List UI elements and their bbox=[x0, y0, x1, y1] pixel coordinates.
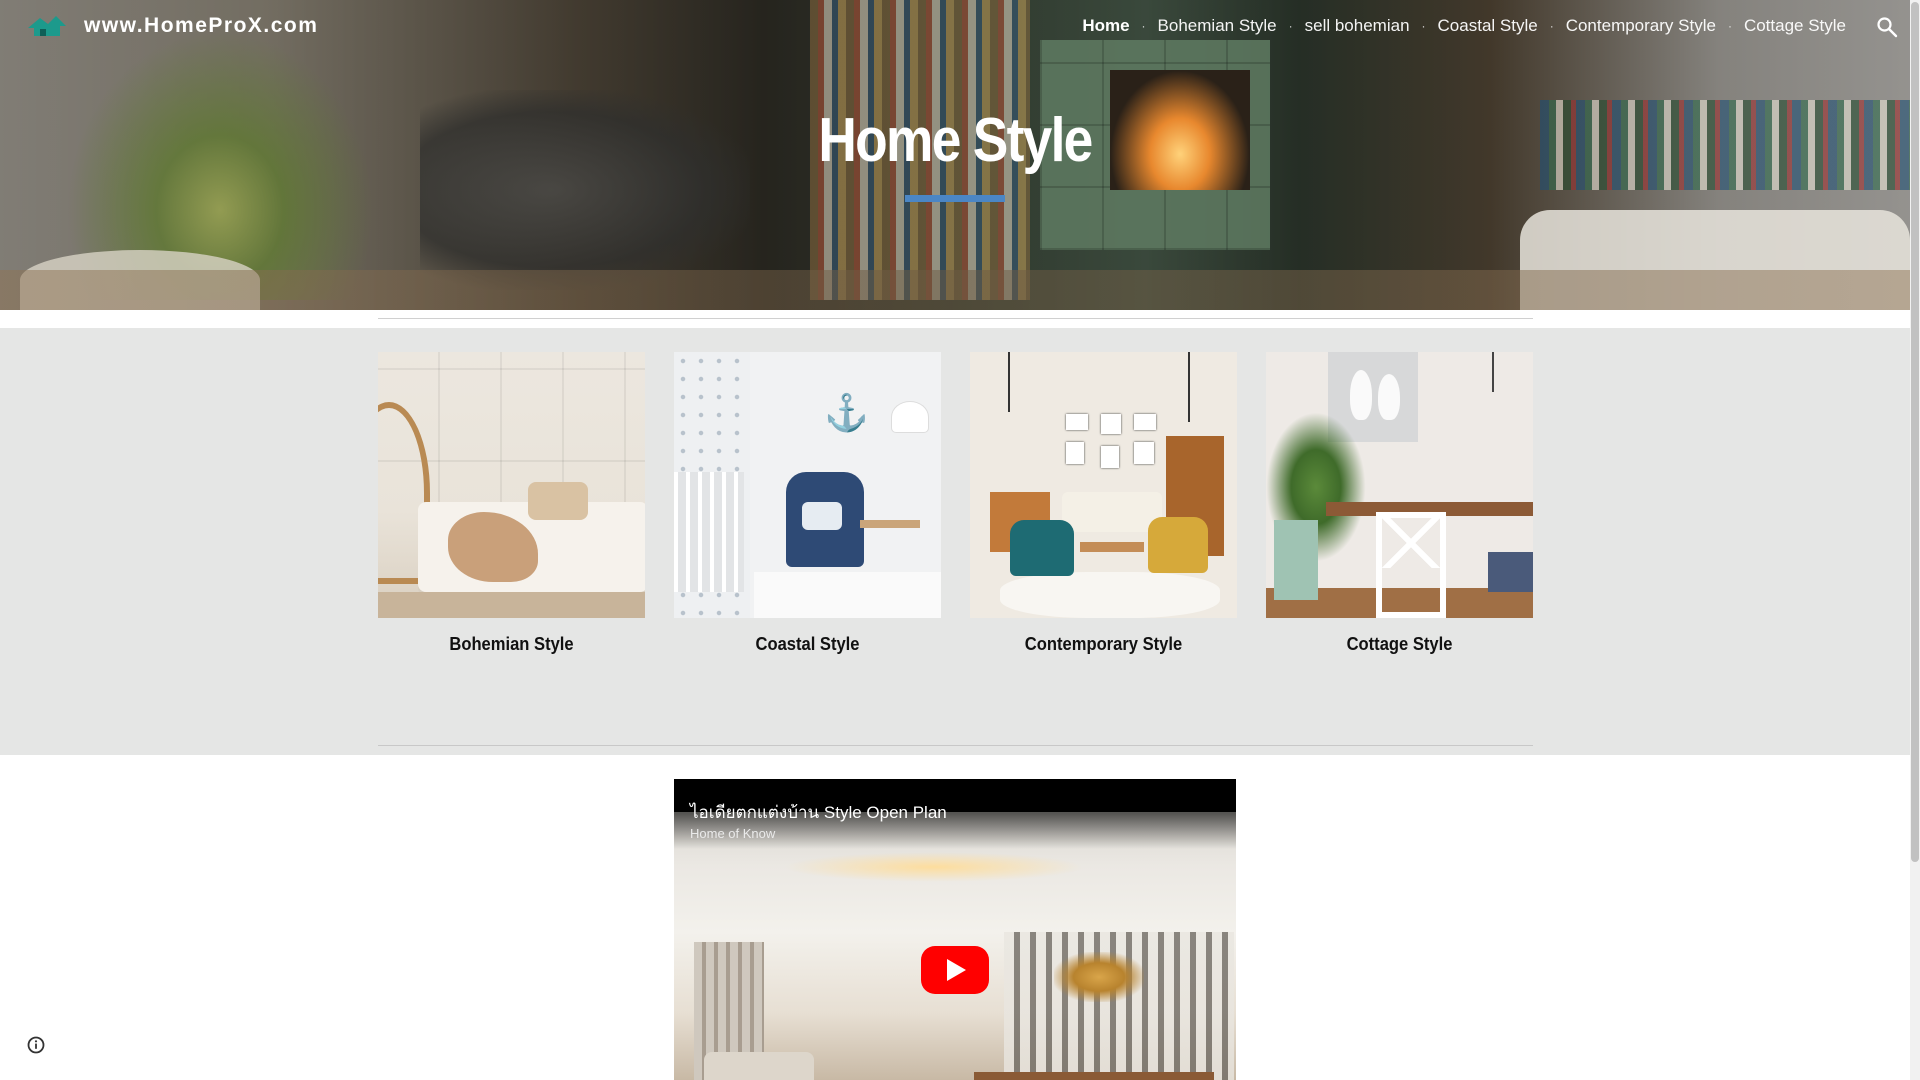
style-gallery-section bbox=[0, 328, 1910, 755]
hero-floor bbox=[0, 270, 1910, 310]
style-card-label[interactable]: Contemporary Style bbox=[981, 634, 1227, 655]
style-card-coastal[interactable]: ⚓ Coastal Style bbox=[674, 352, 941, 655]
nav-item-contemporary-style[interactable]: Contemporary Style bbox=[1566, 16, 1716, 36]
nav-separator: · bbox=[1141, 19, 1146, 33]
site-title[interactable]: www.HomeProX.com bbox=[84, 14, 318, 38]
nav-item-sell-bohemian[interactable]: sell bohemian bbox=[1305, 16, 1410, 36]
style-card-label[interactable]: Coastal Style bbox=[685, 634, 931, 655]
info-icon[interactable] bbox=[26, 1035, 46, 1055]
title-underline bbox=[905, 195, 1005, 202]
page-title: Home Style bbox=[818, 106, 1093, 175]
bohemian-bedroom-image[interactable] bbox=[378, 352, 645, 618]
section-divider-bottom bbox=[378, 745, 1533, 746]
video-channel-name[interactable]: Home of Know bbox=[690, 826, 775, 841]
section-divider-top bbox=[378, 318, 1533, 319]
style-card-bohemian[interactable]: Bohemian Style bbox=[378, 352, 645, 655]
scrollbar-thumb[interactable] bbox=[1911, 2, 1919, 862]
section-spacer bbox=[0, 310, 1910, 328]
site-logo-icon[interactable] bbox=[26, 12, 68, 42]
play-icon[interactable] bbox=[921, 946, 989, 994]
embedded-video-player[interactable]: ไอเดียตกแต่งบ้าน Style Open Plan Home of… bbox=[674, 779, 1236, 1080]
nav-item-bohemian-style[interactable]: Bohemian Style bbox=[1158, 16, 1277, 36]
search-icon[interactable] bbox=[1876, 16, 1898, 38]
nav-separator: · bbox=[1549, 19, 1554, 33]
nav-item-cottage-style[interactable]: Cottage Style bbox=[1744, 16, 1846, 36]
nav-separator: · bbox=[1288, 19, 1293, 33]
nav-item-home[interactable]: Home bbox=[1082, 16, 1129, 36]
video-title[interactable]: ไอเดียตกแต่งบ้าน Style Open Plan bbox=[690, 799, 947, 826]
nav-separator: · bbox=[1421, 19, 1426, 33]
top-navigation: Home · Bohemian Style · sell bohemian · … bbox=[1082, 16, 1846, 36]
coastal-room-image[interactable]: ⚓ bbox=[674, 352, 941, 618]
nav-item-coastal-style[interactable]: Coastal Style bbox=[1438, 16, 1538, 36]
cottage-dining-image[interactable] bbox=[1266, 352, 1533, 618]
page-scrollbar[interactable] bbox=[1910, 0, 1920, 1080]
hero-banner: www.HomeProX.com Home · Bohemian Style ·… bbox=[0, 0, 1910, 310]
style-card-cottage[interactable]: Cottage Style bbox=[1266, 352, 1533, 655]
contemporary-living-image[interactable] bbox=[970, 352, 1237, 618]
style-card-label[interactable]: Cottage Style bbox=[1277, 634, 1523, 655]
style-card-label[interactable]: Bohemian Style bbox=[389, 634, 635, 655]
style-card-contemporary[interactable]: Contemporary Style bbox=[970, 352, 1237, 655]
nav-separator: · bbox=[1727, 19, 1732, 33]
